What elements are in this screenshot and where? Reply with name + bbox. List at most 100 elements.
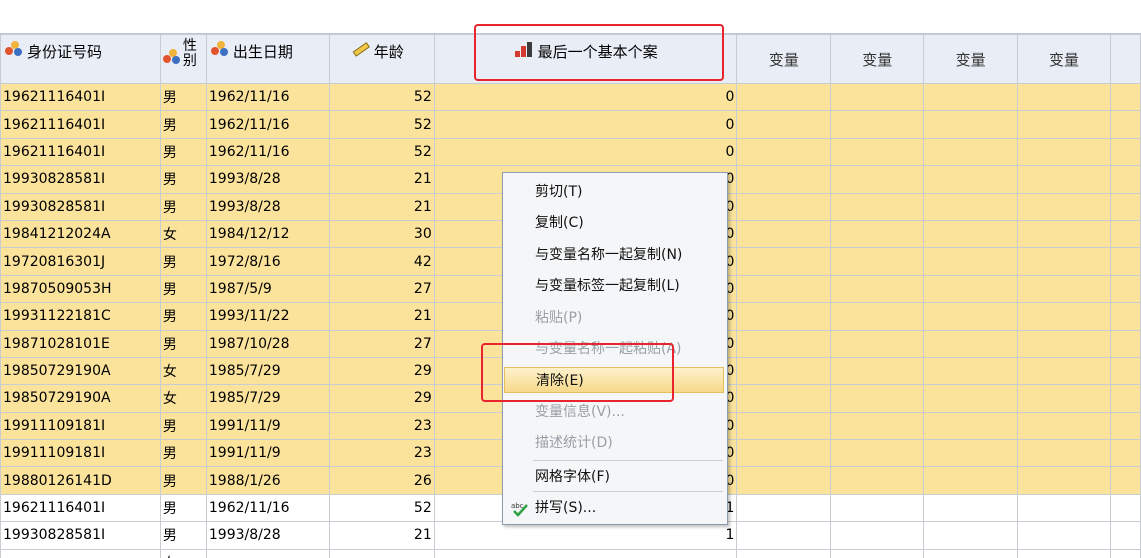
cell-empty[interactable] <box>736 356 832 386</box>
cell-age[interactable]: 21 <box>328 192 435 221</box>
cell-empty[interactable] <box>736 302 832 331</box>
cell-empty[interactable] <box>830 466 925 495</box>
cell-age[interactable]: 52 <box>328 110 435 139</box>
cell-id[interactable]: 19871028101E <box>0 329 161 358</box>
cell-empty[interactable] <box>1017 439 1111 468</box>
cell-empty[interactable] <box>830 548 925 558</box>
cell-empty[interactable] <box>1109 548 1141 558</box>
cell-empty[interactable] <box>1017 165 1111 194</box>
cell-empty[interactable] <box>923 384 1019 413</box>
cell-id[interactable]: 19931122181C <box>0 302 161 331</box>
cell-empty[interactable] <box>830 219 925 249</box>
cell-empty[interactable] <box>923 466 1019 495</box>
cell-sex[interactable]: 男 <box>159 247 207 276</box>
cell-id[interactable]: 19621116401I <box>0 137 161 167</box>
cell-empty[interactable] <box>1017 82 1111 112</box>
cell-birth[interactable]: 1962/11/16 <box>205 137 330 167</box>
cell-empty[interactable] <box>736 137 832 167</box>
cell-sex[interactable]: 男 <box>159 302 207 331</box>
cell-sex[interactable]: 男 <box>159 274 207 304</box>
cell-empty[interactable] <box>923 356 1019 386</box>
cell-birth[interactable]: 1988/1/26 <box>205 466 330 495</box>
column-header-var[interactable]: 变量 <box>736 34 832 84</box>
cell-empty[interactable] <box>1017 493 1111 523</box>
cell-sex[interactable]: 女 <box>159 356 207 386</box>
cell-empty[interactable] <box>923 411 1019 441</box>
menu-item[interactable]: 拼写(S)... abc <box>504 495 724 521</box>
cell-empty[interactable] <box>1017 411 1111 441</box>
menu-item[interactable]: 剪切(T) <box>504 179 724 205</box>
cell-empty[interactable] <box>1109 165 1141 194</box>
column-header-sex[interactable]: 性别 <box>159 34 207 84</box>
cell-last-case[interactable]: 0 <box>433 110 738 139</box>
cell-age[interactable]: 52 <box>328 137 435 167</box>
cell-age[interactable]: 23 <box>328 439 435 468</box>
cell-empty[interactable] <box>736 219 832 249</box>
menu-item[interactable]: 复制(C) <box>504 210 724 236</box>
cell-birth[interactable]: 1962/11/16 <box>205 493 330 523</box>
cell-empty[interactable] <box>1109 110 1141 139</box>
cell-sex[interactable]: 男 <box>159 192 207 221</box>
menu-item[interactable]: 与变量名称一起粘贴(A) <box>504 336 724 362</box>
cell-sex[interactable]: 男 <box>159 82 207 112</box>
cell-empty[interactable] <box>830 302 925 331</box>
cell-empty[interactable] <box>923 302 1019 331</box>
cell-empty[interactable] <box>830 137 925 167</box>
cell-last-case[interactable]: 0 <box>433 82 738 112</box>
cell-id[interactable]: 19880126141D <box>0 466 161 495</box>
column-header-birth[interactable]: 出生日期 <box>205 34 330 84</box>
cell-sex[interactable]: 男 <box>159 137 207 167</box>
cell-age[interactable]: 23 <box>328 411 435 441</box>
cell-empty[interactable] <box>1017 302 1111 331</box>
cell-empty[interactable] <box>736 411 832 441</box>
cell-age[interactable] <box>328 548 435 558</box>
cell-empty[interactable] <box>736 274 832 304</box>
cell-birth[interactable] <box>205 548 330 558</box>
cell-birth[interactable]: 1993/8/28 <box>205 165 330 194</box>
column-header-id[interactable]: 身份证号码 <box>0 34 161 84</box>
cell-empty[interactable] <box>923 247 1019 276</box>
cell-empty[interactable] <box>830 493 925 523</box>
cell-empty[interactable] <box>830 247 925 276</box>
cell-empty[interactable] <box>923 192 1019 221</box>
column-header-age[interactable]: 年龄 <box>328 34 435 84</box>
cell-empty[interactable] <box>830 521 925 550</box>
cell-empty[interactable] <box>830 356 925 386</box>
cell-age[interactable]: 21 <box>328 521 435 550</box>
cell-empty[interactable] <box>1109 274 1141 304</box>
cell-empty[interactable] <box>736 466 832 495</box>
cell-empty[interactable] <box>923 219 1019 249</box>
cell-sex[interactable]: 女 <box>159 548 207 558</box>
cell-birth[interactable]: 1985/7/29 <box>205 384 330 413</box>
cell-empty[interactable] <box>1109 192 1141 221</box>
cell-empty[interactable] <box>830 329 925 358</box>
column-header-extra[interactable] <box>1109 34 1141 84</box>
cell-id[interactable]: 19621116401I <box>0 82 161 112</box>
cell-empty[interactable] <box>736 82 832 112</box>
cell-empty[interactable] <box>830 439 925 468</box>
menu-item[interactable]: 描述统计(D) <box>504 430 724 456</box>
cell-empty[interactable] <box>736 110 832 139</box>
cell-sex[interactable]: 男 <box>159 329 207 358</box>
cell-id[interactable]: 19930828581I <box>0 192 161 221</box>
cell-empty[interactable] <box>1109 329 1141 358</box>
cell-empty[interactable] <box>1017 384 1111 413</box>
cell-empty[interactable] <box>1017 192 1111 221</box>
cell-age[interactable]: 27 <box>328 329 435 358</box>
cell-empty[interactable] <box>1109 439 1141 468</box>
cell-empty[interactable] <box>736 439 832 468</box>
cell-age[interactable]: 29 <box>328 384 435 413</box>
cell-empty[interactable] <box>830 274 925 304</box>
cell-id[interactable]: 19911109181I <box>0 439 161 468</box>
cell-id[interactable]: 19720816301J <box>0 247 161 276</box>
cell-sex[interactable]: 男 <box>159 439 207 468</box>
cell-empty[interactable] <box>736 165 832 194</box>
cell-id[interactable]: 19621116401I <box>0 110 161 139</box>
cell-empty[interactable] <box>1017 521 1111 550</box>
cell-sex[interactable]: 男 <box>159 493 207 523</box>
cell-sex[interactable]: 男 <box>159 110 207 139</box>
cell-id[interactable]: 19930828581I <box>0 521 161 550</box>
cell-empty[interactable] <box>923 329 1019 358</box>
column-header-var[interactable]: 变量 <box>923 34 1019 84</box>
menu-item[interactable]: 变量信息(V)... <box>504 399 724 425</box>
